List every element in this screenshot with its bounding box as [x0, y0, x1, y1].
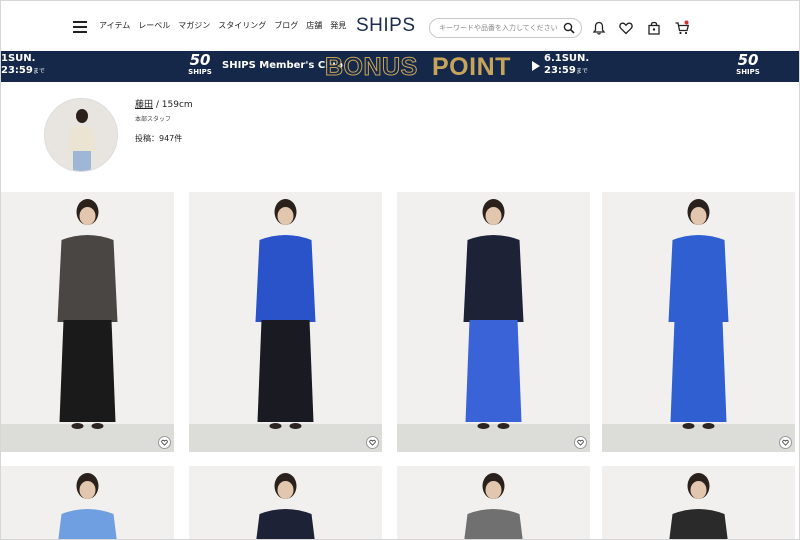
play-arrow-icon: [532, 61, 540, 71]
nav-item-styling[interactable]: スタイリング: [218, 20, 266, 31]
heart-icon: [577, 439, 584, 446]
staff-role: 本部スタッフ: [135, 116, 172, 123]
staff-name-height: 藤田 / 159cm: [135, 97, 193, 110]
styling-photo-card[interactable]: [1, 192, 174, 452]
favorite-button[interactable]: [158, 436, 171, 449]
search-input[interactable]: [439, 21, 559, 35]
cart-icon[interactable]: [674, 20, 690, 36]
heart-icon[interactable]: [618, 20, 634, 36]
staff-avatar[interactable]: [44, 98, 118, 172]
styling-photo-card[interactable]: [1, 466, 174, 539]
banner-end-date-right: 6.1SUN. 23:59まで: [544, 53, 590, 76]
search-box: [429, 18, 582, 38]
staff-height: / 159cm: [155, 100, 193, 110]
nav-item-labels[interactable]: レーベル: [138, 20, 170, 31]
nav-item-items[interactable]: アイテム: [99, 20, 130, 31]
styling-photo: [1, 192, 174, 452]
styling-photo: [189, 466, 382, 539]
nav-item-stores[interactable]: 店舗: [306, 20, 322, 31]
site-header: アイテム レーベル マガジン スタイリング ブログ 店舗 発見 SHIPS: [1, 1, 799, 51]
ships-logo[interactable]: SHIPS: [356, 15, 416, 37]
styling-photo-card[interactable]: [397, 192, 590, 452]
styling-photo: [189, 192, 382, 452]
anniversary-50-logo: 50 SHIPS: [188, 51, 212, 77]
styling-photo: [602, 466, 795, 539]
staff-post-count: 投稿：947件: [135, 134, 183, 143]
heart-icon: [782, 439, 789, 446]
favorite-button[interactable]: [366, 436, 379, 449]
nav-item-discover[interactable]: 発見: [330, 20, 346, 31]
bag-icon[interactable]: [646, 20, 662, 36]
banner-end-date-left: 1SUN. 23:59まで: [1, 53, 45, 76]
favorite-button[interactable]: [574, 436, 587, 449]
styling-photo-card[interactable]: [397, 466, 590, 539]
nav-item-blog[interactable]: ブログ: [274, 20, 298, 31]
heart-icon: [369, 439, 376, 446]
styling-photo-card[interactable]: [602, 192, 795, 452]
styling-photo: [602, 192, 795, 452]
styling-photo-card[interactable]: [602, 466, 795, 539]
page: アイテム レーベル マガジン スタイリング ブログ 店舗 発見 SHIPS キー…: [0, 0, 800, 540]
nav-item-magazine[interactable]: マガジン: [178, 20, 210, 31]
styling-photo: [1, 466, 174, 539]
styling-photo-card[interactable]: [189, 192, 382, 452]
bell-icon[interactable]: [591, 20, 607, 36]
styling-photo-card[interactable]: [189, 466, 382, 539]
staff-name-link[interactable]: 藤田: [135, 100, 153, 110]
styling-photo: [397, 466, 590, 539]
anniversary-50-logo-repeat: 50 SHIPS: [736, 51, 760, 77]
bonus-point-banner[interactable]: 1SUN. 23:59まで 50 SHIPS SHIPS Member's Cl…: [1, 51, 799, 82]
styling-photo: [397, 192, 590, 452]
banner-point-text: POINT: [432, 53, 511, 81]
main-nav: アイテム レーベル マガジン スタイリング ブログ 店舗 発見: [99, 20, 346, 31]
search-icon[interactable]: [563, 22, 575, 34]
menu-icon[interactable]: [73, 21, 87, 33]
banner-bonus-text: BONUS: [325, 53, 418, 81]
favorite-button[interactable]: [779, 436, 792, 449]
heart-icon: [161, 439, 168, 446]
